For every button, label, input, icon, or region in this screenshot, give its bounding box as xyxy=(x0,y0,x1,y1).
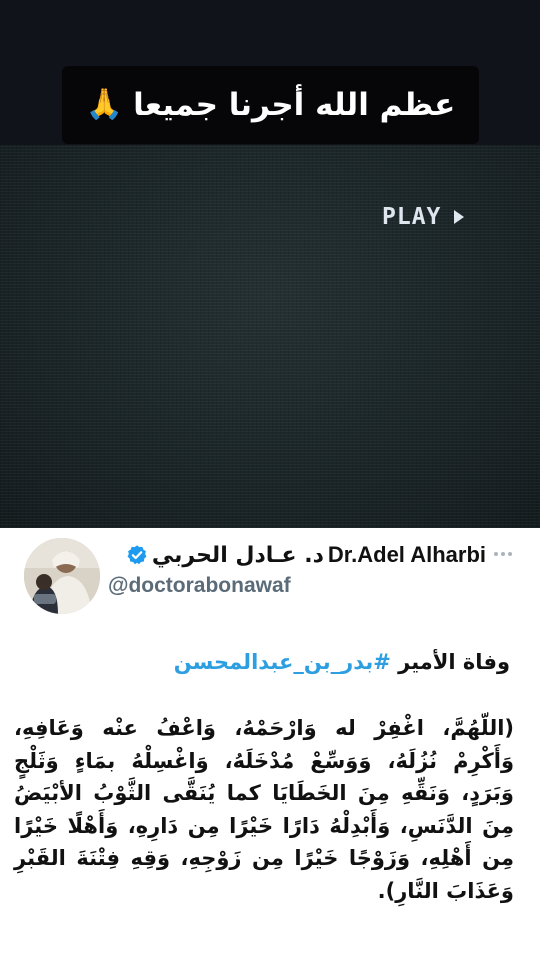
headline-text: وفاة الأمير xyxy=(398,650,510,674)
more-options-icon[interactable] xyxy=(494,552,512,556)
author-name-english: Dr.Adel Alharbi xyxy=(327,542,486,567)
author-avatar[interactable] xyxy=(24,538,100,614)
story-screen: عظم الله أجرنا جميعا 🙏 PLAY Dr.Adel Alha… xyxy=(0,0,540,960)
play-indicator[interactable]: PLAY xyxy=(382,204,465,230)
play-icon xyxy=(453,209,465,225)
hashtag-link[interactable]: #بدر_بن_عبدالمحسن xyxy=(174,650,391,674)
play-label: PLAY xyxy=(382,204,442,230)
caption-overlay: عظم الله أجرنا جميعا 🙏 xyxy=(62,66,479,144)
tweet-card[interactable]: Dr.Adel Alharbi د. عـادل الحربي @doctora… xyxy=(0,528,540,960)
tweet-body: (اللّهُمَّ، اغْفِرْ له وَارْحَمْهُ، وَاع… xyxy=(14,716,514,903)
author-handle[interactable]: @doctorabonawaf xyxy=(108,574,291,598)
video-player[interactable] xyxy=(0,145,540,528)
author-name-arabic: د. عـادل الحربي xyxy=(151,542,324,568)
verified-badge-icon xyxy=(126,544,148,566)
author-name[interactable]: Dr.Adel Alharbi د. عـادل الحربي xyxy=(126,542,486,568)
caption-text: عظم الله أجرنا جميعا xyxy=(133,87,456,123)
tweet-headline: وفاة الأمير #بدر_بن_عبدالمحسن xyxy=(174,650,510,674)
folded-hands-icon: 🙏 xyxy=(85,87,124,122)
